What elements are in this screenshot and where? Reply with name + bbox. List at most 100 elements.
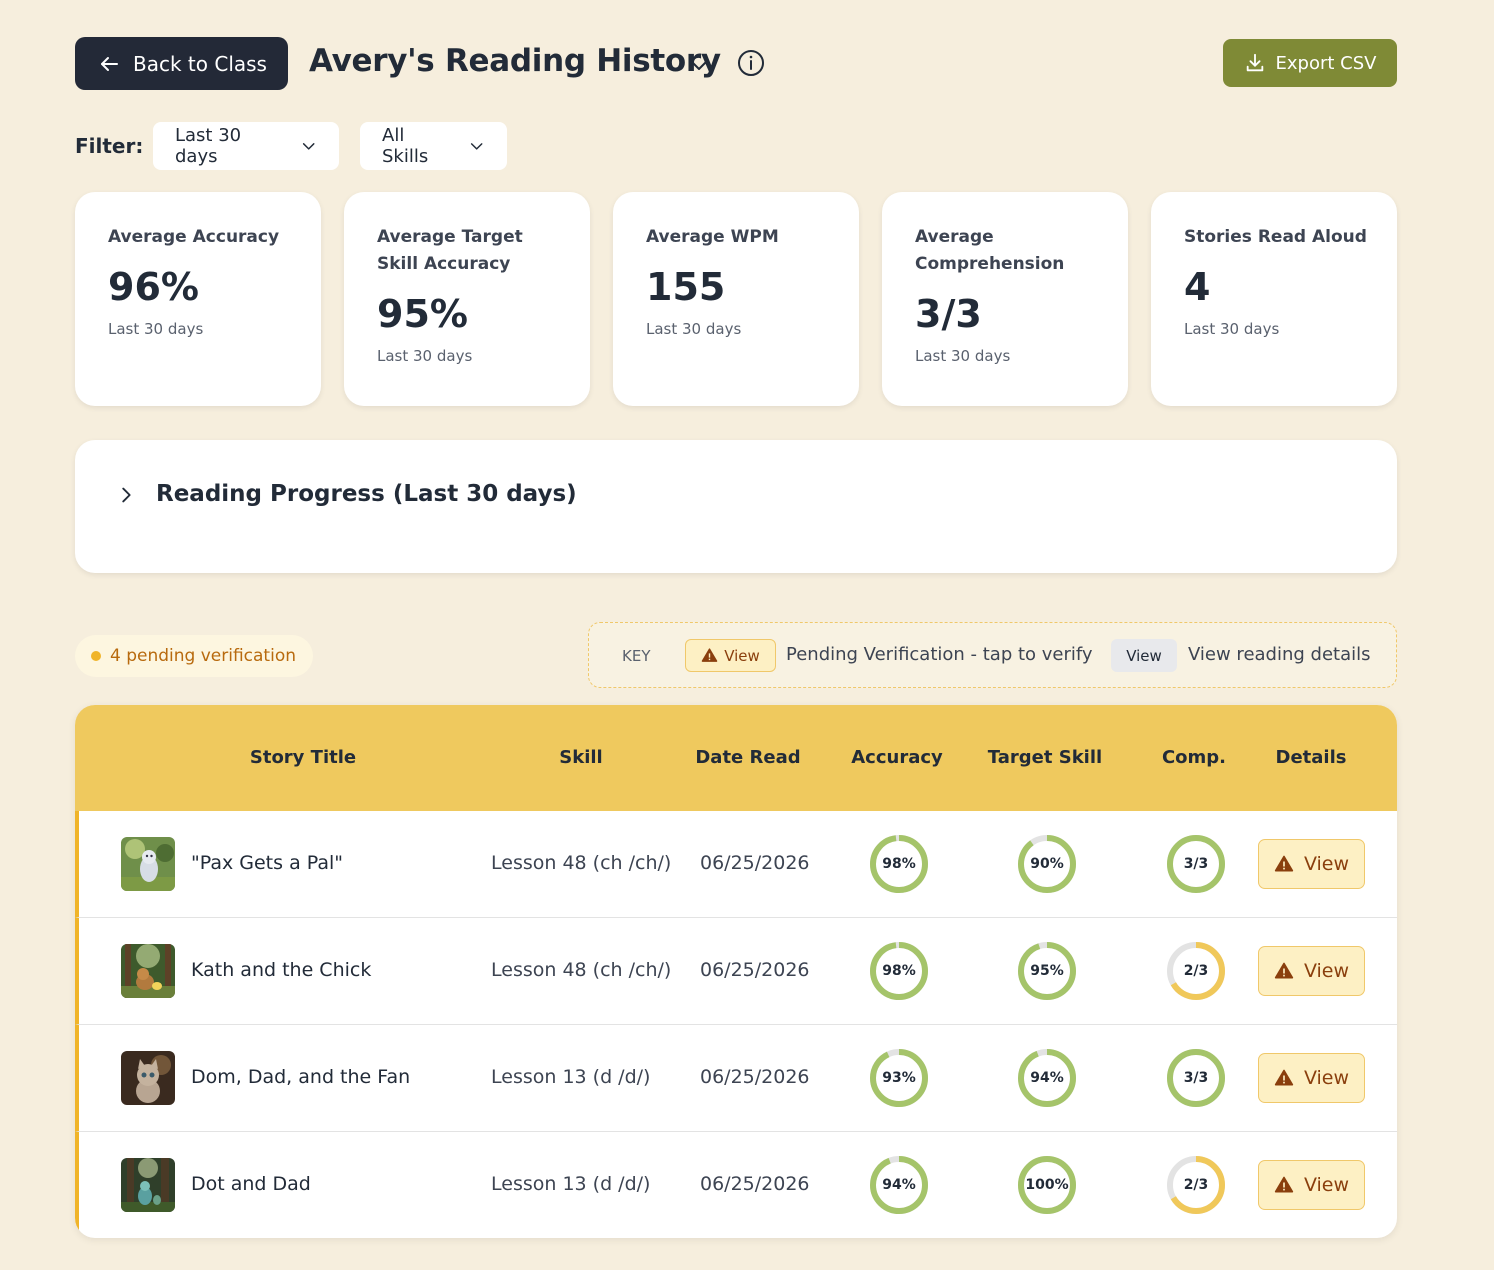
date-cell: 06/25/2026	[700, 1173, 810, 1195]
accuracy-value: 98%	[882, 963, 916, 979]
export-csv-label: Export CSV	[1275, 52, 1377, 74]
stat-value: 155	[646, 265, 726, 309]
column-header-details: Details	[1275, 747, 1347, 768]
date-cell: 06/25/2026	[700, 852, 810, 874]
view-button-label: View	[1303, 1067, 1350, 1089]
view-button-label: View	[1303, 960, 1350, 982]
stat-label: Average Comprehension	[915, 227, 1065, 274]
filter-label: Filter:	[75, 134, 144, 158]
stat-label: Average Target Skill Accuracy	[377, 227, 523, 274]
story-thumbnail	[121, 1158, 175, 1212]
skills-select[interactable]: All Skills	[360, 122, 507, 170]
download-icon	[1246, 53, 1263, 72]
skill-cell: Lesson 48 (ch /ch/)	[491, 852, 672, 874]
warning-triangle-icon	[1274, 962, 1294, 979]
comprehension-value: 3/3	[1183, 856, 1209, 872]
status-dot	[91, 651, 101, 661]
date-range-value: Last 30 days	[175, 125, 242, 167]
view-pending-button[interactable]: View	[1258, 946, 1365, 996]
table-row: Kath and the Chick Lesson 48 (ch /ch/) 0…	[75, 918, 1397, 1025]
accuracy-value: 93%	[882, 1070, 916, 1086]
stat-value: 4	[1184, 265, 1211, 309]
back-to-class-button[interactable]: Back to Class	[75, 37, 288, 90]
chevron-down-icon[interactable]	[687, 53, 711, 77]
warning-triangle-icon	[1274, 1176, 1294, 1193]
column-header-story-title: Story Title	[249, 747, 357, 768]
date-cell: 06/25/2026	[700, 1066, 810, 1088]
back-to-class-label: Back to Class	[133, 51, 267, 76]
key-plain-view-sample: View	[1111, 639, 1177, 672]
column-header-accuracy: Accuracy	[851, 747, 943, 768]
story-title: "Pax Gets a Pal"	[191, 852, 344, 874]
target-skill-value: 90%	[1030, 856, 1064, 872]
story-thumbnail	[121, 1051, 175, 1105]
skills-value: All Skills	[382, 125, 429, 167]
story-title: Kath and the Chick	[191, 959, 372, 981]
view-pending-button[interactable]: View	[1258, 839, 1365, 889]
key-label: KEY	[622, 647, 651, 665]
reading-progress-title: Reading Progress (Last 30 days)	[156, 481, 577, 507]
skill-cell: Lesson 48 (ch /ch/)	[491, 959, 672, 981]
target-skill-value: 95%	[1030, 963, 1064, 979]
stat-card-target-skill-accuracy: Average Target Skill Accuracy 95% Last 3…	[344, 192, 590, 406]
skill-cell: Lesson 13 (d /d/)	[491, 1173, 651, 1195]
stat-value: 3/3	[915, 292, 982, 336]
story-title: Dot and Dad	[191, 1173, 311, 1195]
story-thumbnail	[121, 837, 175, 891]
info-circle-icon[interactable]	[737, 49, 765, 77]
accuracy-value: 98%	[882, 856, 916, 872]
page-header: Back to Class Avery's Reading History Ex…	[75, 37, 1397, 91]
comprehension-value: 2/3	[1183, 1177, 1209, 1193]
target-skill-value: 94%	[1030, 1070, 1064, 1086]
accuracy-value: 94%	[882, 1177, 916, 1193]
table-header: Story Title Skill Date Read Accuracy Tar…	[75, 705, 1397, 811]
stat-period: Last 30 days	[646, 320, 742, 338]
column-header-skill: Skill	[559, 747, 603, 768]
arrow-left-icon	[101, 56, 118, 71]
table-row: "Pax Gets a Pal" Lesson 48 (ch /ch/) 06/…	[75, 811, 1397, 918]
key-plain-description: View reading details	[1188, 644, 1371, 665]
pending-verification-label: 4 pending verification	[110, 646, 296, 666]
stat-period: Last 30 days	[377, 347, 473, 365]
chevron-down-icon	[302, 143, 315, 150]
date-range-select[interactable]: Last 30 days	[153, 122, 339, 170]
story-title: Dom, Dad, and the Fan	[191, 1066, 411, 1088]
stat-card-wpm: Average WPM 155 Last 30 days	[613, 192, 859, 406]
view-button-label: View	[1303, 1174, 1350, 1196]
stat-period: Last 30 days	[915, 347, 1011, 365]
column-header-target-skill: Target Skill	[987, 747, 1103, 768]
stat-value: 96%	[108, 265, 199, 309]
view-button-label: View	[1303, 853, 1350, 875]
export-csv-button[interactable]: Export CSV	[1223, 39, 1397, 87]
key-pending-view-label: View	[724, 646, 760, 665]
key-pending-view-sample: View	[685, 639, 776, 672]
key-plain-view-label: View	[1126, 646, 1162, 665]
table-row: Dot and Dad Lesson 13 (d /d/) 06/25/2026…	[75, 1132, 1397, 1238]
warning-triangle-icon	[701, 648, 718, 662]
chevron-down-icon	[470, 143, 483, 150]
view-pending-button[interactable]: View	[1258, 1160, 1365, 1210]
pending-verification-badge: 4 pending verification	[75, 635, 313, 677]
stat-card-comprehension: Average Comprehension 3/3 Last 30 days	[882, 192, 1128, 406]
stat-period: Last 30 days	[1184, 320, 1280, 338]
reading-history-table: Story Title Skill Date Read Accuracy Tar…	[75, 705, 1397, 1238]
stat-label: Stories Read Aloud	[1184, 227, 1367, 247]
story-thumbnail	[121, 944, 175, 998]
target-skill-value: 100%	[1025, 1177, 1069, 1193]
stat-value: 95%	[377, 292, 468, 336]
key-pending-description: Pending Verification - tap to verify	[786, 644, 1093, 665]
view-pending-button[interactable]: View	[1258, 1053, 1365, 1103]
stat-card-accuracy: Average Accuracy 96% Last 30 days	[75, 192, 321, 406]
stat-label: Average Accuracy	[108, 227, 280, 247]
warning-triangle-icon	[1274, 1069, 1294, 1086]
comprehension-value: 3/3	[1183, 1070, 1209, 1086]
chevron-right-icon[interactable]	[115, 484, 137, 506]
warning-triangle-icon	[1274, 855, 1294, 872]
reading-progress-panel[interactable]: Reading Progress (Last 30 days)	[75, 440, 1397, 573]
stat-card-stories-read: Stories Read Aloud 4 Last 30 days	[1151, 192, 1397, 406]
stat-period: Last 30 days	[108, 320, 204, 338]
column-header-date-read: Date Read	[695, 747, 801, 768]
date-cell: 06/25/2026	[700, 959, 810, 981]
column-header-comprehension: Comp.	[1161, 747, 1227, 768]
legend-key: KEY View Pending Verification - tap to v…	[588, 622, 1397, 688]
